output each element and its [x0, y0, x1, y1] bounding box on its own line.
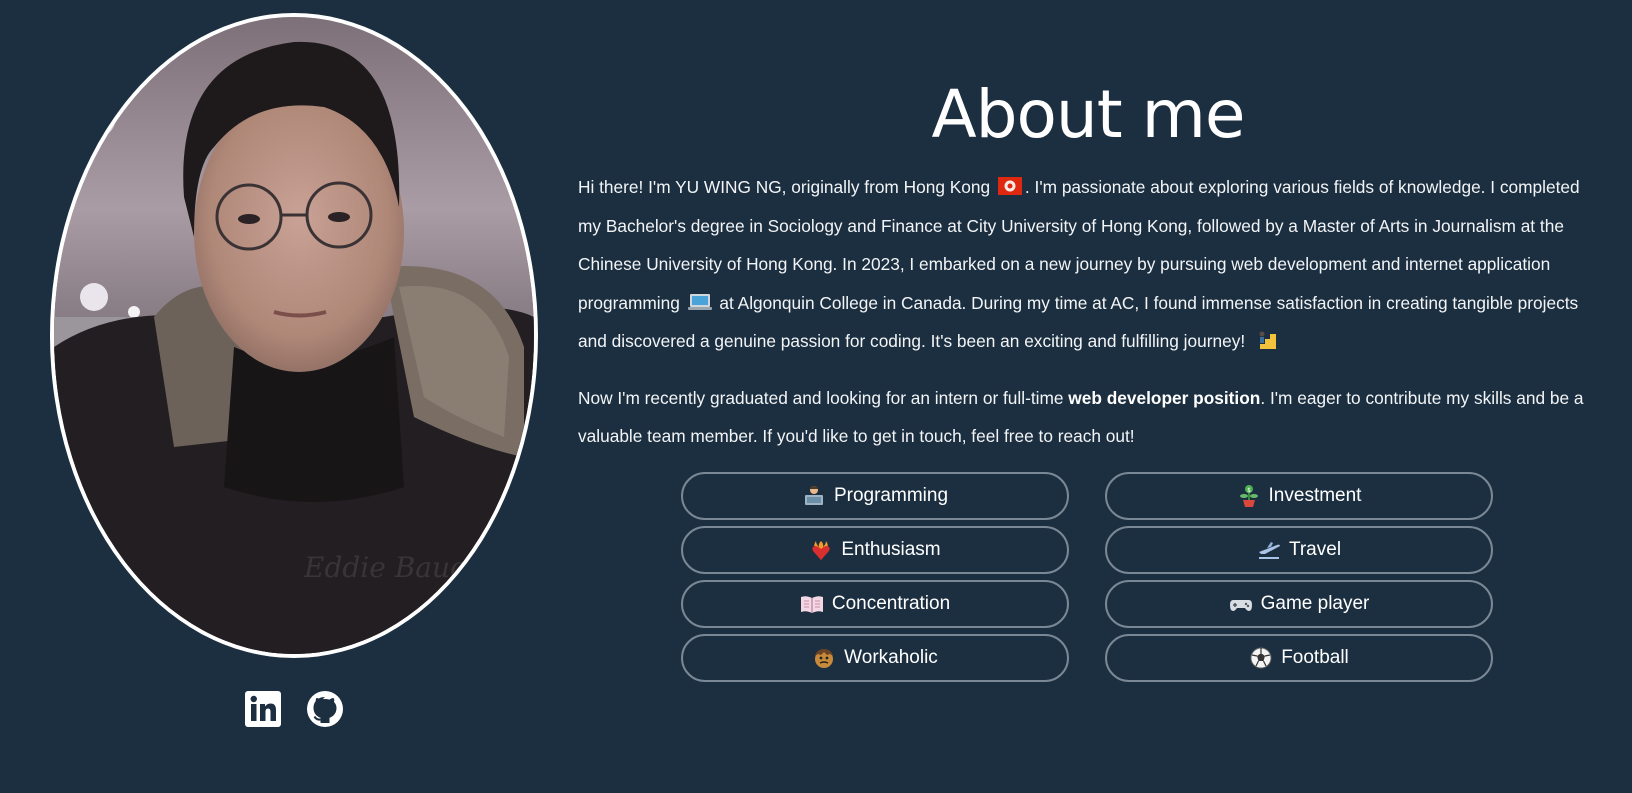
game-controller-icon	[1229, 592, 1253, 616]
trait-label: Programming	[833, 485, 949, 506]
svg-text:$: $	[1247, 487, 1251, 494]
laptop-icon	[687, 293, 712, 310]
job-paragraph: Now I'm recently graduated and looking f…	[578, 379, 1598, 456]
github-icon	[307, 691, 343, 727]
intro-paragraph: Hi there! I'm YU WING NG, originally fro…	[578, 168, 1598, 361]
traits-grid: Programming $ Investment Enthusiasm Trav…	[681, 472, 1493, 682]
social-links	[244, 690, 344, 728]
trait-label: Travel	[1288, 539, 1342, 560]
trait-enthusiasm[interactable]: Enthusiasm	[681, 526, 1069, 574]
page-title: About me	[931, 76, 1245, 153]
heart-on-fire-icon	[809, 538, 833, 562]
trait-programming[interactable]: Programming	[681, 472, 1069, 520]
job-highlight: web developer position	[1068, 387, 1261, 408]
trait-label: Game player	[1260, 593, 1370, 614]
trait-label: Football	[1281, 647, 1349, 668]
svg-text:Eddie Bauer: Eddie Bauer	[303, 551, 482, 584]
trait-investment[interactable]: $ Investment	[1105, 472, 1493, 520]
github-link[interactable]	[306, 690, 344, 728]
trait-label: Enthusiasm	[841, 539, 941, 560]
profile-photo-image: Eddie Bauer	[54, 17, 534, 654]
job-text-1: Now I'm recently graduated and looking f…	[578, 387, 1069, 408]
intro-text-1: Hi there! I'm YU WING NG, originally fro…	[578, 177, 991, 197]
hong-kong-flag-icon	[997, 177, 1022, 195]
intro-text-3: at Algonquin College in Canada. During m…	[578, 292, 1579, 352]
trait-label: Workaholic	[844, 647, 938, 668]
trait-football[interactable]: Football	[1105, 634, 1493, 682]
soccer-ball-icon	[1249, 646, 1273, 670]
profile-photo: Eddie Bauer	[50, 13, 538, 658]
person-climbing-stairs-icon	[1253, 331, 1276, 349]
airplane-departure-icon	[1257, 538, 1281, 562]
trait-label: Investment	[1268, 485, 1362, 506]
trait-concentration[interactable]: Concentration	[681, 580, 1069, 628]
technologist-icon	[802, 484, 826, 508]
about-section: About me Hi there! I'm YU WING NG, origi…	[578, 70, 1598, 474]
linkedin-icon	[245, 691, 281, 727]
trait-travel[interactable]: Travel	[1105, 526, 1493, 574]
working-face-icon	[812, 646, 836, 670]
trait-workaholic[interactable]: Workaholic	[681, 634, 1069, 682]
trait-game-player[interactable]: Game player	[1105, 580, 1493, 628]
linkedin-link[interactable]	[244, 690, 282, 728]
about-page: Eddie Bauer About me Hi there! I'm YU WI…	[0, 0, 1632, 793]
trait-label: Concentration	[831, 593, 951, 614]
money-plant-icon: $	[1237, 484, 1261, 508]
open-book-icon	[800, 592, 824, 616]
